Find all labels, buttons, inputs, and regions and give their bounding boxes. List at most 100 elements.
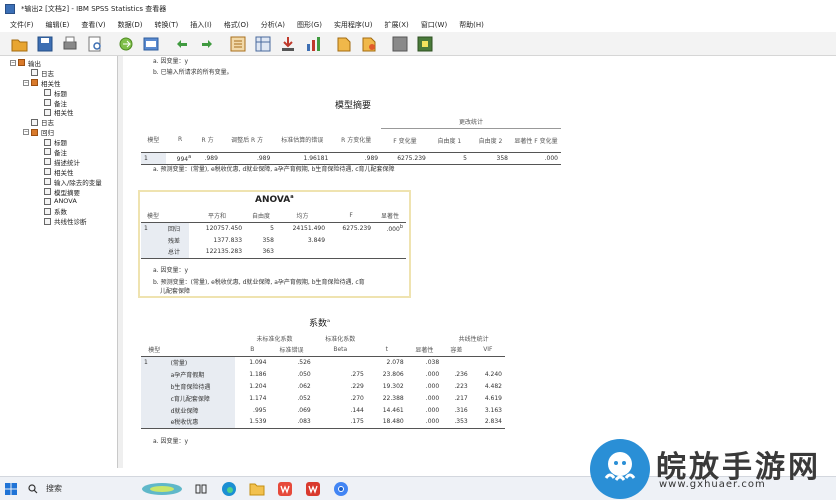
outline-item[interactable]: 备注 [0,98,117,108]
anova-note-a: a. 因变量：y [153,267,189,274]
outline-item-label: 备注 [54,99,67,108]
insert-output-icon[interactable] [334,34,354,54]
menu-item[interactable]: 扩展(X) [379,20,415,30]
open-icon[interactable] [10,34,30,54]
variables-icon[interactable] [303,34,323,54]
outline-item[interactable]: 标题 [0,137,117,147]
coef-cell: .038 [406,355,443,368]
goto-case-icon[interactable] [253,34,273,54]
menu-item[interactable]: 编辑(E) [40,20,76,30]
coef-cell: 2.078 [366,355,407,368]
coef-cell: (常量) [167,355,236,368]
print-preview-icon[interactable] [85,34,105,54]
outline-item[interactable]: 日志 [0,117,117,127]
outline-item[interactable]: 系数 [0,206,117,216]
collapse-toggle-icon[interactable]: − [23,129,29,136]
file-explorer-icon[interactable] [246,478,268,500]
outline-item-label: 共线性诊断 [54,218,87,227]
outline-item[interactable]: 日志 [0,68,117,78]
outline-item[interactable]: ANOVA [0,196,117,206]
coef-cell: 1.094 [235,355,270,368]
wps-writer-icon[interactable] [302,478,324,500]
ms-header: 调整后 R 方 [231,137,264,145]
redo-icon[interactable] [197,34,217,54]
table-row: a孕产育假期 1.186 .050 .275 23.806 .000 .236 4.240 [141,368,505,380]
ms-header: 自由度 2 [478,137,503,145]
windows-start-icon[interactable] [0,477,22,500]
ms-cell: .000 [511,151,561,165]
wps-icon[interactable] [274,478,296,500]
coef-cell [442,355,471,368]
ms-cell: 994 [176,155,189,163]
table-row: 残差 1377.833 358 3.849 [141,234,406,246]
chrome-icon[interactable] [330,478,352,500]
coef-cell: 1.186 [249,370,267,378]
export-icon[interactable] [116,34,136,54]
anova-cell: 残差 [164,234,189,246]
goto-data-icon[interactable] [228,34,248,54]
menu-item[interactable]: 帮助(H) [453,20,490,30]
outline-item[interactable]: − 回归 [0,127,117,137]
ms-header: 模型 [147,137,160,145]
page-icon [44,197,51,205]
outline-item[interactable]: 共线性诊断 [0,216,117,226]
outline-item[interactable]: 模型摘要 [0,187,117,197]
menu-item[interactable]: 图形(G) [291,20,328,30]
outline-item[interactable]: − 输出 [0,58,117,68]
menu-item[interactable]: 数据(D) [112,20,149,30]
taskbar-search[interactable]: 搜索 [22,477,137,500]
page-icon [44,138,51,146]
page-icon [44,217,51,225]
coef-header: VIF [483,346,493,354]
anova-cell: 120757.450 [188,221,246,234]
menu-item[interactable]: 文件(F) [4,20,40,30]
outline-item[interactable]: 相关性 [0,107,117,117]
outline-item[interactable]: 备注 [0,147,117,157]
menu-item[interactable]: 格式(O) [218,20,255,30]
coef-cell: .223 [454,382,468,390]
outline-item[interactable]: 标题 [0,88,117,98]
outline-item-label: ANOVA [54,197,77,206]
ms-cell: 358 [469,151,511,165]
coef-cell [141,368,168,380]
outline-item[interactable]: 描述统计 [0,157,117,167]
outline-item[interactable]: 相关性 [0,167,117,177]
watermark-logo: 皖放手游网 www.gxhuaer.com [586,438,836,500]
menu-item[interactable]: 窗口(W) [415,20,453,30]
goto-variable-icon[interactable] [278,34,298,54]
outline-item[interactable]: 输入/除去的变量 [0,177,117,187]
coef-header: 容差 [450,347,463,355]
widget-icon[interactable] [140,478,184,500]
outline-item-label: 输入/除去的变量 [54,178,102,187]
task-view-icon[interactable] [190,478,212,500]
coef-header: Beta [333,346,348,354]
print-icon[interactable] [60,34,80,54]
coef-cell: .270 [350,394,364,402]
ms-header: 显著性 F 变化量 [514,137,558,145]
coefficients-title: 系数a [309,318,330,329]
collapse-toggle-icon[interactable]: − [23,79,29,86]
undo-icon[interactable] [172,34,192,54]
collapse-toggle-icon[interactable]: − [10,59,16,66]
save-icon[interactable] [35,34,55,54]
coef-cell: .083 [269,416,314,429]
anova-cell: 6275.239 [328,221,375,234]
anova-cell: 5 [245,221,277,234]
outline-item-label: 日志 [41,119,54,128]
outline-item[interactable]: − 相关性 [0,78,117,88]
hide-icon[interactable] [390,34,410,54]
coef-cell: 4.240 [484,370,502,378]
menu-item[interactable]: 转换(T) [149,20,185,30]
menu-item[interactable]: 分析(A) [255,20,291,30]
coef-cell: .144 [350,406,364,414]
coef-header [168,344,236,356]
menu-item[interactable]: 查看(V) [75,20,111,30]
recall-dialog-icon[interactable] [141,34,161,54]
edge-browser-icon[interactable] [218,478,240,500]
show-icon[interactable] [415,34,435,54]
anova-cell: 1 [141,221,165,234]
menu-item[interactable]: 插入(I) [184,20,218,30]
insert-title-icon[interactable] [359,34,379,54]
page-icon [44,148,51,156]
menu-item[interactable]: 实用程序(U) [328,20,379,30]
